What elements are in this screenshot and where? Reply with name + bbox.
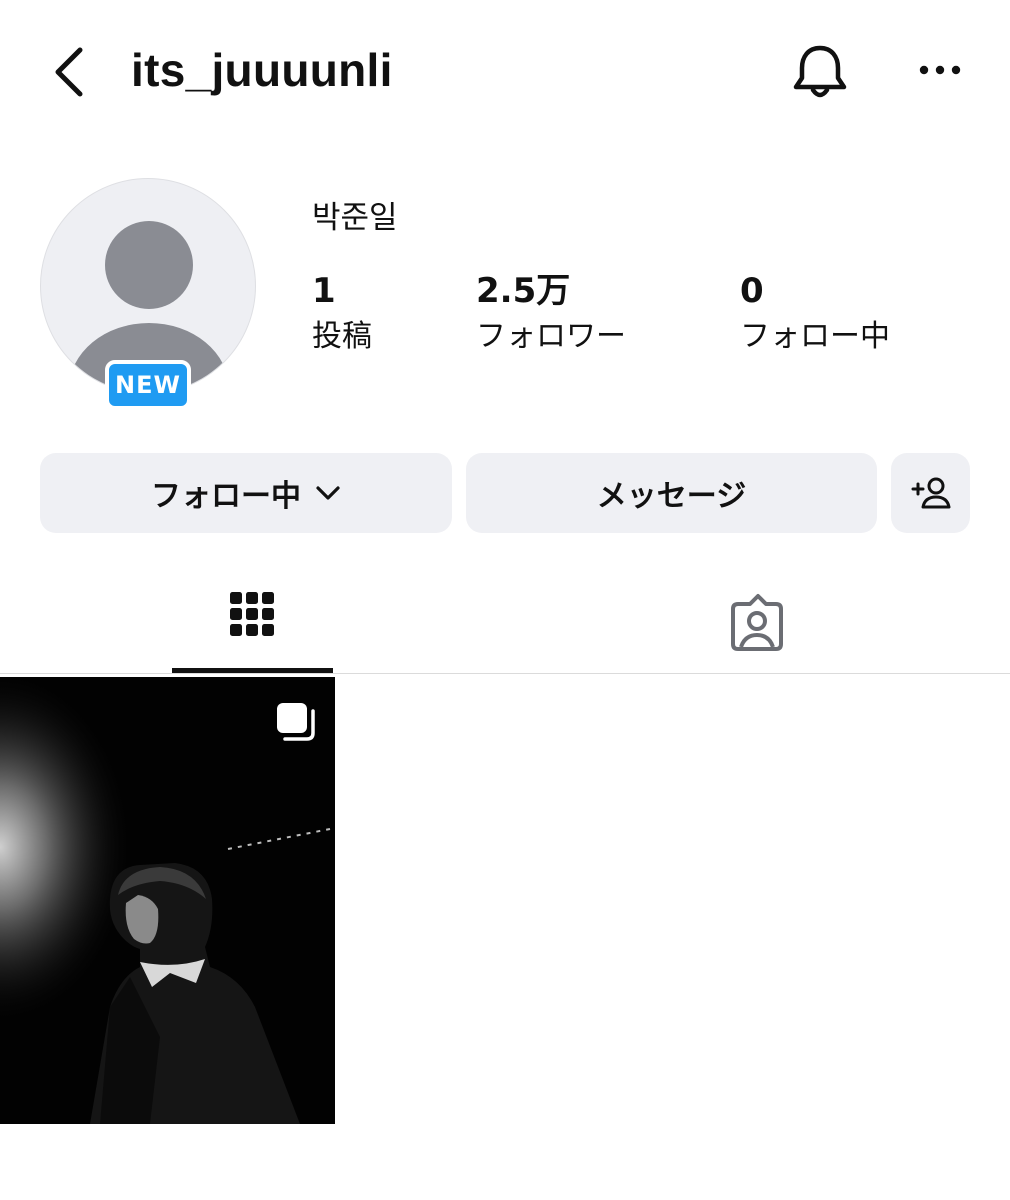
stat-following-value: 0 <box>740 271 764 311</box>
profile-header: its_juuuunli <box>0 0 1010 140</box>
new-badge: NEW <box>105 360 191 410</box>
tab-posts-grid[interactable] <box>172 580 333 675</box>
bell-icon <box>793 45 847 98</box>
stat-followers[interactable]: 2.5万 フォロワー <box>476 268 626 360</box>
multiple-photos-icon <box>277 703 315 741</box>
tab-tagged[interactable] <box>677 580 838 675</box>
suggest-users-button[interactable] <box>891 453 970 533</box>
message-button-label: メッセージ <box>596 479 747 514</box>
page-title-username: its_juuuunli <box>131 44 393 96</box>
stat-following-label: フォロー中 <box>740 319 890 354</box>
stat-posts-label: 投稿 <box>312 319 372 354</box>
following-dropdown-button[interactable]: フォロー中 <box>40 453 452 533</box>
message-button[interactable]: メッセージ <box>466 453 877 533</box>
add-user-icon <box>911 477 950 509</box>
notifications-button[interactable] <box>788 40 852 104</box>
chevron-left-icon <box>55 47 83 97</box>
chevron-down-icon <box>315 485 341 501</box>
stat-followers-value: 2.5万 <box>476 271 571 311</box>
grid-icon <box>230 592 274 636</box>
display-name: 박준일 <box>312 200 398 236</box>
stat-following[interactable]: 0 フォロー中 <box>740 268 890 360</box>
stat-followers-label: フォロワー <box>476 319 626 354</box>
tabs-divider <box>0 673 1010 674</box>
post-thumbnail[interactable] <box>0 677 335 1124</box>
back-button[interactable] <box>44 42 96 102</box>
more-options-button[interactable] <box>910 50 970 90</box>
tagged-person-icon <box>731 594 783 651</box>
more-horizontal-icon <box>919 65 961 75</box>
stat-posts-value: 1 <box>312 271 336 311</box>
stat-posts[interactable]: 1 投稿 <box>312 268 372 360</box>
following-button-label: フォロー中 <box>151 479 301 514</box>
